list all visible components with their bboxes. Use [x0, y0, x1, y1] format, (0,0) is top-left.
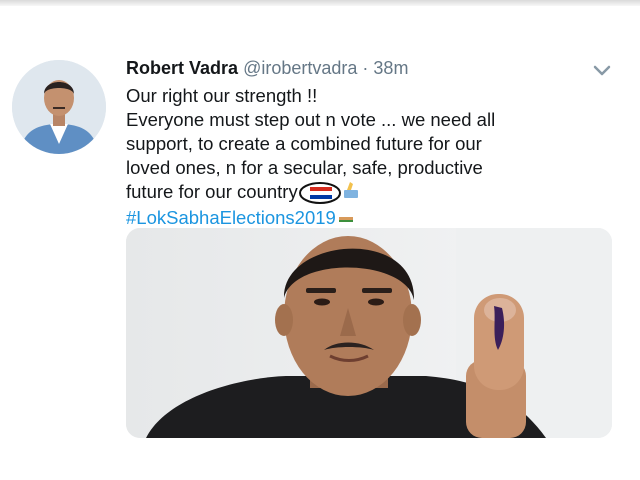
tweet-line: loved ones, n for a secular, safe, produ…: [126, 157, 483, 178]
avatar[interactable]: [12, 60, 106, 154]
separator-dot: ·: [362, 58, 369, 78]
avatar-image: [12, 60, 106, 154]
ballot-emoji-icon: [342, 180, 360, 206]
tweet-text: Our right our strength !! Everyone must …: [126, 84, 596, 231]
hashtag-link[interactable]: #LokSabhaElections2019: [126, 207, 336, 228]
flag-emoji-icon: [298, 182, 342, 205]
top-strip: [0, 0, 640, 6]
user-handle[interactable]: @irobertvadra: [243, 58, 357, 78]
selfie-image: [126, 228, 612, 438]
tweet-line: support, to create a combined future for…: [126, 133, 482, 154]
tweet-line-last: future for our country: [126, 180, 596, 206]
tweet-line: Everyone must step out n vote ... we nee…: [126, 109, 496, 130]
tweet-header: Robert Vadra @irobertvadra · 38m: [126, 58, 596, 78]
timestamp[interactable]: 38m: [373, 58, 408, 78]
tweet-photo[interactable]: [126, 228, 612, 438]
tweet-line: future for our country: [126, 181, 298, 202]
tweet-line: Our right our strength !!: [126, 85, 318, 106]
display-name[interactable]: Robert Vadra: [126, 58, 238, 78]
chevron-down-icon[interactable]: [590, 60, 614, 80]
